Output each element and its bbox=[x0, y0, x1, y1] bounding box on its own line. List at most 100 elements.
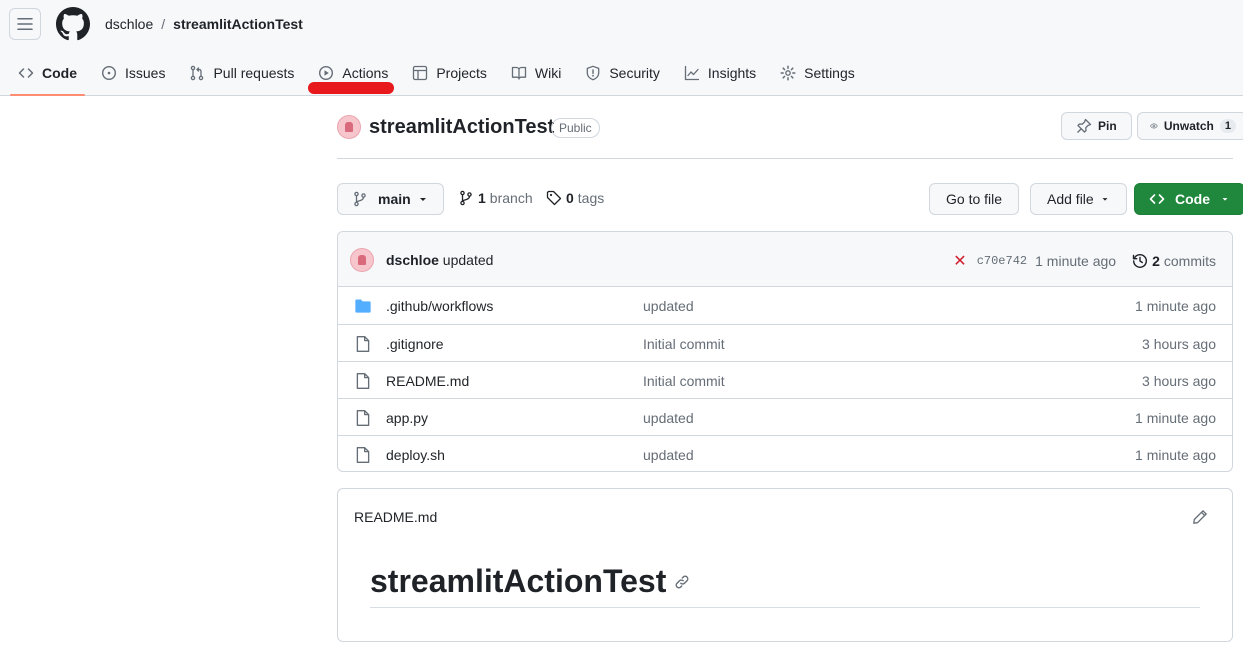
annotation-underline-actions bbox=[308, 82, 394, 94]
tab-code[interactable]: Code bbox=[10, 56, 85, 96]
eye-icon bbox=[1150, 123, 1158, 129]
tab-settings[interactable]: Settings bbox=[772, 56, 863, 90]
divider bbox=[370, 607, 1200, 608]
tags-link[interactable]: 0 tags bbox=[546, 190, 604, 206]
folder-icon bbox=[355, 299, 371, 313]
table-icon bbox=[413, 65, 428, 81]
file-name[interactable]: app.py bbox=[386, 410, 428, 426]
tab-label: Security bbox=[609, 65, 660, 81]
tab-projects[interactable]: Projects bbox=[404, 56, 495, 90]
go-to-file-label: Go to file bbox=[946, 191, 1003, 207]
code-button[interactable]: Code bbox=[1134, 183, 1243, 215]
watch-count: 1 bbox=[1219, 119, 1236, 133]
commit-word: commits bbox=[1163, 253, 1216, 269]
tab-insights[interactable]: Insights bbox=[676, 56, 764, 90]
page-title[interactable]: streamlitActionTest bbox=[369, 116, 554, 139]
go-to-file-button[interactable]: Go to file bbox=[929, 183, 1020, 215]
commit-meta: ✕ c70e742 1 minute ago 2 commits bbox=[953, 251, 1216, 271]
tab-label: Pull requests bbox=[213, 65, 295, 81]
add-file-label: Add file bbox=[1047, 191, 1094, 207]
branch-select-button[interactable]: main bbox=[337, 183, 444, 215]
shield-icon bbox=[586, 65, 600, 81]
tab-label: Code bbox=[42, 65, 77, 81]
file-commit-message[interactable]: Initial commit bbox=[643, 336, 725, 352]
tab-label: Insights bbox=[707, 65, 757, 81]
file-row[interactable]: .github/workflows updated 1 minute ago bbox=[338, 287, 1232, 324]
tab-wiki[interactable]: Wiki bbox=[503, 56, 569, 90]
commit-author[interactable]: dschloe bbox=[386, 252, 439, 268]
file-row[interactable]: app.py updated 1 minute ago bbox=[338, 398, 1232, 435]
branch-count: 1 bbox=[478, 190, 486, 206]
file-time: 1 minute ago bbox=[1135, 447, 1216, 463]
branches-link[interactable]: 1 branch bbox=[458, 190, 533, 206]
avatar[interactable] bbox=[350, 248, 374, 272]
commit-count: 2 bbox=[1152, 253, 1160, 269]
tab-security[interactable]: Security bbox=[577, 56, 668, 90]
tag-word: tags bbox=[577, 190, 605, 206]
file-icon bbox=[356, 410, 370, 426]
branch-icon bbox=[354, 191, 366, 207]
tag-count: 0 bbox=[566, 190, 574, 206]
caret-down-icon bbox=[419, 198, 426, 201]
file-commit-message[interactable]: updated bbox=[643, 447, 694, 463]
tab-label: Wiki bbox=[534, 65, 562, 81]
pull-request-icon bbox=[191, 65, 204, 81]
commit-message[interactable]: updated bbox=[443, 252, 494, 268]
gear-icon bbox=[780, 65, 796, 81]
add-file-button[interactable]: Add file bbox=[1030, 183, 1127, 215]
latest-commit-bar: dschloe updated ✕ c70e742 1 minute ago 2… bbox=[338, 232, 1232, 287]
visibility-badge: Public bbox=[551, 118, 600, 138]
commits-link[interactable]: 2 commits bbox=[1132, 253, 1216, 269]
readme-filename[interactable]: README.md bbox=[354, 509, 437, 525]
readme-heading: streamlitActionTest bbox=[370, 563, 690, 600]
link-icon[interactable] bbox=[674, 574, 690, 590]
book-icon bbox=[511, 66, 527, 80]
file-icon bbox=[356, 336, 370, 352]
hamburger-icon bbox=[17, 18, 33, 30]
commit-sha[interactable]: c70e742 bbox=[977, 254, 1027, 268]
repo-header: dschloe / streamlitActionTest Code Issue… bbox=[0, 0, 1243, 96]
play-icon bbox=[319, 65, 334, 81]
repo-link[interactable]: streamlitActionTest bbox=[173, 16, 303, 32]
file-time: 1 minute ago bbox=[1135, 410, 1216, 426]
readme-heading-text: streamlitActionTest bbox=[370, 563, 667, 599]
tag-icon bbox=[546, 190, 562, 206]
github-logo-icon[interactable] bbox=[56, 7, 90, 41]
branch-icon bbox=[460, 190, 472, 206]
file-icon bbox=[356, 373, 370, 389]
avatar bbox=[337, 115, 361, 139]
tab-label: Projects bbox=[436, 65, 487, 81]
repo-title-row: streamlitActionTest Public Pin Unwatch 1 bbox=[337, 112, 1243, 159]
file-icon bbox=[356, 447, 370, 463]
file-row[interactable]: .gitignore Initial commit 3 hours ago bbox=[338, 324, 1232, 361]
pin-label: Pin bbox=[1098, 119, 1117, 133]
pin-button[interactable]: Pin bbox=[1061, 112, 1132, 140]
tab-issues[interactable]: Issues bbox=[93, 56, 173, 90]
file-name[interactable]: deploy.sh bbox=[386, 447, 445, 463]
tab-label: Settings bbox=[804, 65, 855, 81]
readme-panel: README.md streamlitActionTest bbox=[337, 488, 1233, 642]
tab-pull-requests[interactable]: Pull requests bbox=[181, 56, 302, 90]
file-name[interactable]: README.md bbox=[386, 373, 469, 389]
unwatch-button[interactable]: Unwatch 1 bbox=[1137, 112, 1243, 140]
graph-icon bbox=[684, 65, 700, 81]
file-commit-message[interactable]: Initial commit bbox=[643, 373, 725, 389]
file-name[interactable]: .gitignore bbox=[386, 336, 444, 352]
commit-summary: dschloe updated bbox=[386, 252, 493, 268]
owner-link[interactable]: dschloe bbox=[105, 16, 153, 32]
code-icon bbox=[18, 68, 34, 78]
file-row[interactable]: deploy.sh updated 1 minute ago bbox=[338, 435, 1232, 471]
pencil-icon[interactable] bbox=[1192, 509, 1208, 525]
breadcrumb-separator: / bbox=[161, 16, 166, 32]
menu-button[interactable] bbox=[9, 8, 41, 40]
file-commit-message[interactable]: updated bbox=[643, 410, 694, 426]
file-time: 1 minute ago bbox=[1135, 298, 1216, 314]
issue-icon bbox=[101, 65, 117, 81]
unwatch-label: Unwatch bbox=[1163, 119, 1214, 133]
repo-tabs: Code Issues Pull requests Actions Projec… bbox=[10, 56, 871, 96]
file-row[interactable]: README.md Initial commit 3 hours ago bbox=[338, 361, 1232, 398]
file-time: 3 hours ago bbox=[1142, 336, 1216, 352]
file-name[interactable]: .github/workflows bbox=[386, 298, 493, 314]
file-commit-message[interactable]: updated bbox=[643, 298, 694, 314]
failed-status-icon[interactable]: ✕ bbox=[953, 251, 966, 271]
